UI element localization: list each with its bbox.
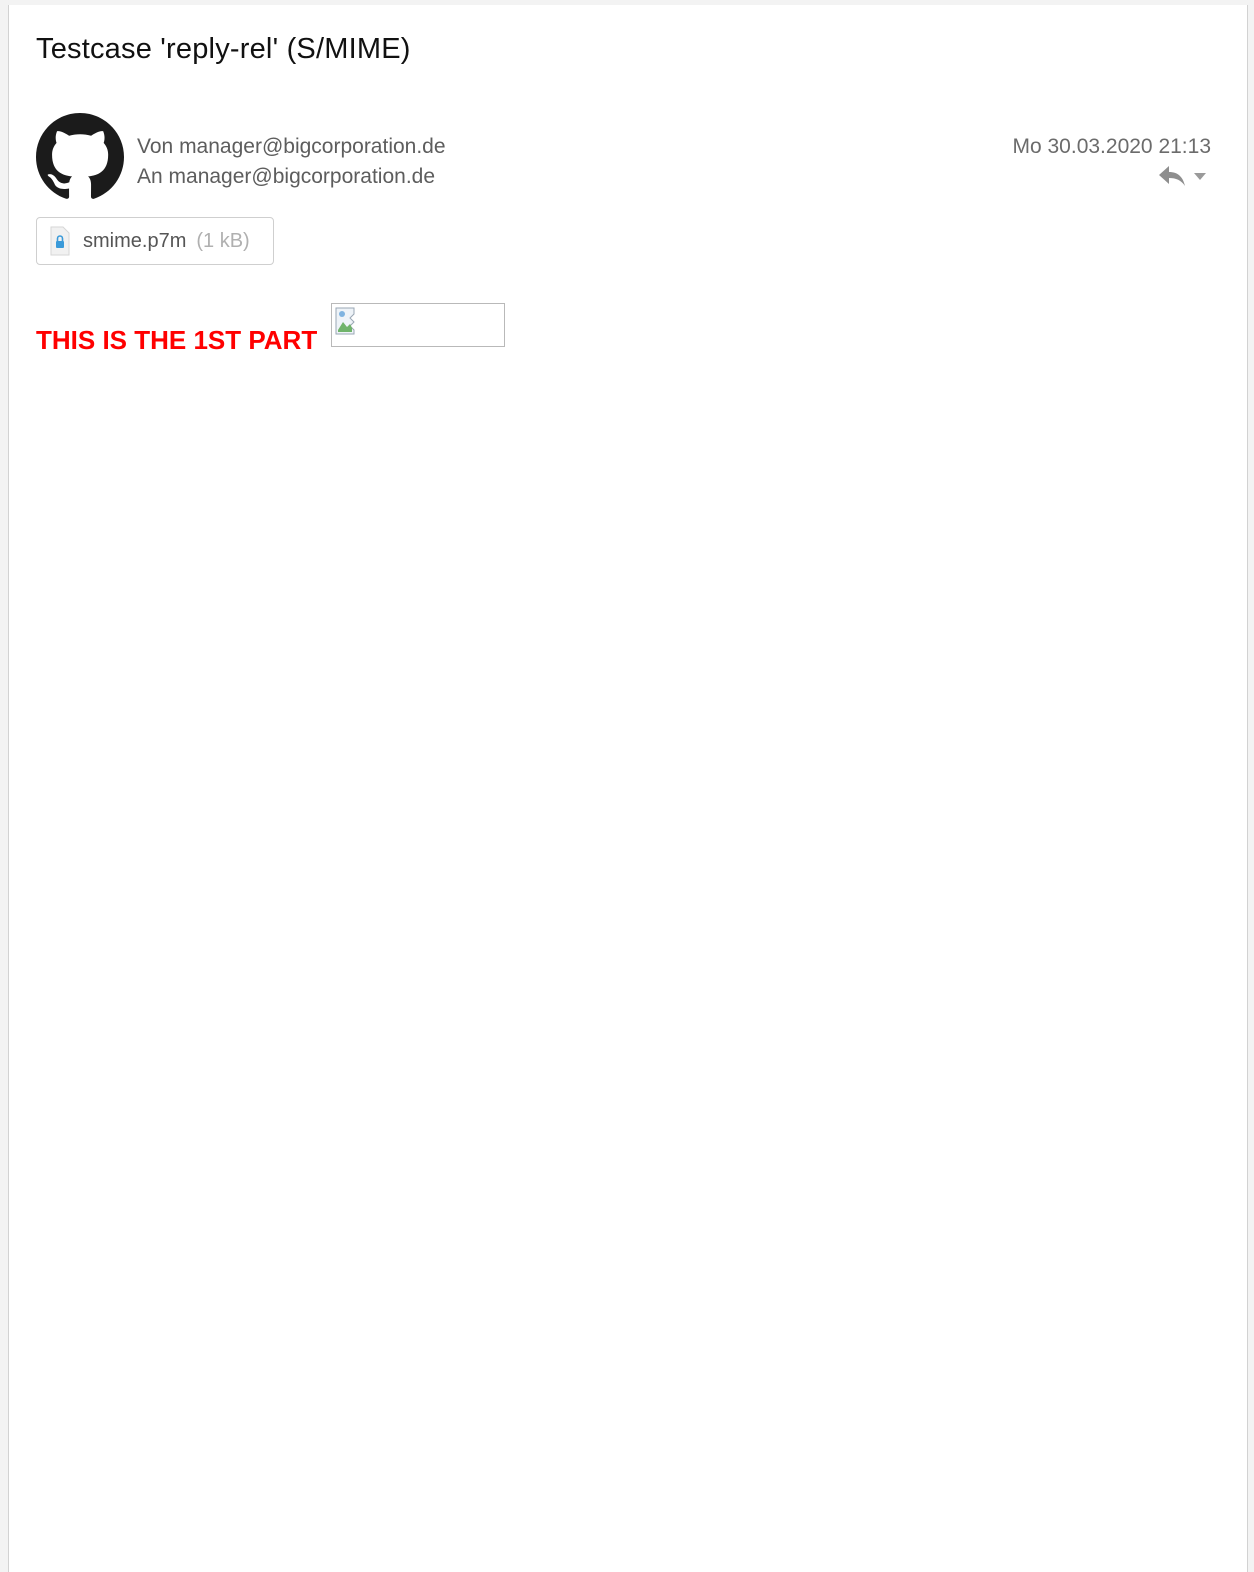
to-label: An xyxy=(137,165,163,188)
recipient-line: An manager@bigcorporation.de xyxy=(137,165,435,189)
github-octocat-icon xyxy=(36,113,124,201)
message-view: Testcase 'reply-rel' (S/MIME) Von manage… xyxy=(8,5,1248,1572)
attachment-chip[interactable]: smime.p7m (1 kB) xyxy=(36,217,274,265)
from-address[interactable]: manager@bigcorporation.de xyxy=(179,135,445,158)
to-address[interactable]: manager@bigcorporation.de xyxy=(169,165,435,188)
inline-image xyxy=(331,303,505,347)
message-subject: Testcase 'reply-rel' (S/MIME) xyxy=(36,33,411,65)
attachment-name: smime.p7m xyxy=(83,229,187,252)
reply-icon[interactable] xyxy=(1157,164,1187,188)
sender-avatar xyxy=(36,113,124,201)
chevron-down-icon[interactable] xyxy=(1193,171,1207,181)
message-date: Mo 30.03.2020 21:13 xyxy=(1012,135,1212,158)
sender-line: Von manager@bigcorporation.de xyxy=(137,135,446,159)
from-label: Von xyxy=(137,135,174,158)
message-body-text: THIS IS THE 1ST PART xyxy=(36,325,318,355)
encrypted-file-icon xyxy=(49,226,71,256)
attachment-size: (1 kB) xyxy=(196,229,250,252)
reply-actions xyxy=(1157,161,1207,191)
